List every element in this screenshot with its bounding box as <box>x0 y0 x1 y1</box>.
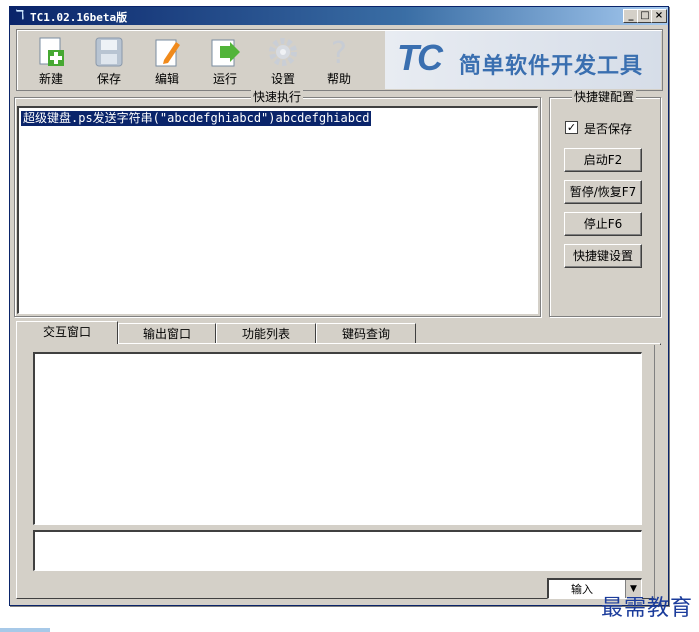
app-icon: ℸ <box>15 8 25 23</box>
tab-interactive[interactable]: 交互窗口 <box>16 321 118 344</box>
save-checkbox[interactable]: ✓ <box>565 121 578 134</box>
tab-keycode-lookup[interactable]: 键码查询 <box>316 323 416 344</box>
product-banner: TC 简单软件开发工具 <box>385 31 661 89</box>
toolbar: 新建 保存 编辑 运行 设置 ? 帮助 TC 简单软件开发工具 <box>16 29 663 91</box>
hotkey-settings-button[interactable]: 快捷键设置 <box>564 244 642 268</box>
bottom-tab-control: 交互窗口 输出窗口 功能列表 键码查询 输入 ▼ <box>16 321 661 599</box>
run-label: 运行 <box>212 72 237 86</box>
list-item[interactable]: 超级键盘.ps发送字符串("abcdefghiabcd")abcdefghiab… <box>21 111 372 126</box>
help-button[interactable]: ? 帮助 <box>315 34 363 90</box>
interactive-output-area[interactable] <box>33 352 642 525</box>
banner-title: 简单软件开发工具 <box>459 54 644 79</box>
pause-resume-button[interactable]: 暂停/恢复F7 <box>564 180 642 204</box>
stop-button[interactable]: 停止F6 <box>564 212 642 236</box>
save-button[interactable]: 保存 <box>85 34 133 90</box>
close-button[interactable]: × <box>651 9 667 23</box>
new-file-icon <box>39 37 64 66</box>
tab-output[interactable]: 输出窗口 <box>118 323 216 344</box>
tab-panel: 输入 ▼ <box>16 343 661 599</box>
hotkey-config-title: 快捷键配置 <box>572 90 637 104</box>
edit-label: 编辑 <box>154 72 179 86</box>
title-bar[interactable]: ℸ TC1.02.16beta版 _ □ × <box>10 7 668 25</box>
watermark: 最需教育 <box>600 596 693 621</box>
quick-exec-list[interactable]: 超级键盘.ps发送字符串("abcdefghiabcd")abcdefghiab… <box>17 106 538 314</box>
gear-icon <box>269 38 297 66</box>
save-label: 保存 <box>96 72 121 86</box>
window-title: TC1.02.16beta版 <box>30 11 128 24</box>
tab-function-list[interactable]: 功能列表 <box>216 323 316 344</box>
save-checkbox-label: 是否保存 <box>584 122 633 136</box>
help-label: 帮助 <box>326 72 351 86</box>
main-window: ℸ TC1.02.16beta版 _ □ × 新建 保存 编辑 运行 设置 ? … <box>9 6 669 606</box>
interactive-input-field[interactable] <box>33 530 642 571</box>
banner-logo: TC <box>397 37 443 78</box>
settings-button[interactable]: 设置 <box>259 34 307 90</box>
run-icon <box>211 39 240 67</box>
settings-label: 设置 <box>270 72 295 86</box>
new-button[interactable]: 新建 <box>27 34 75 90</box>
help-icon: ? <box>331 36 347 68</box>
run-button[interactable]: 运行 <box>201 34 249 90</box>
new-label: 新建 <box>38 72 63 86</box>
edit-icon <box>155 39 180 67</box>
quick-exec-group: 快速执行 超级键盘.ps发送字符串("abcdefghiabcd")abcdef… <box>14 90 541 317</box>
vertical-scrollbar[interactable] <box>654 345 661 600</box>
taskbar-edge <box>0 628 50 632</box>
quick-exec-title: 快速执行 <box>251 90 304 104</box>
svg-text:?: ? <box>331 36 347 68</box>
save-icon <box>95 37 123 67</box>
input-mode-value: 输入 <box>571 583 593 596</box>
hotkey-config-group: 快捷键配置 ✓ 是否保存 启动F2 暂停/恢复F7 停止F6 快捷键设置 <box>549 90 661 317</box>
edit-button[interactable]: 编辑 <box>143 34 191 90</box>
start-button[interactable]: 启动F2 <box>564 148 642 172</box>
